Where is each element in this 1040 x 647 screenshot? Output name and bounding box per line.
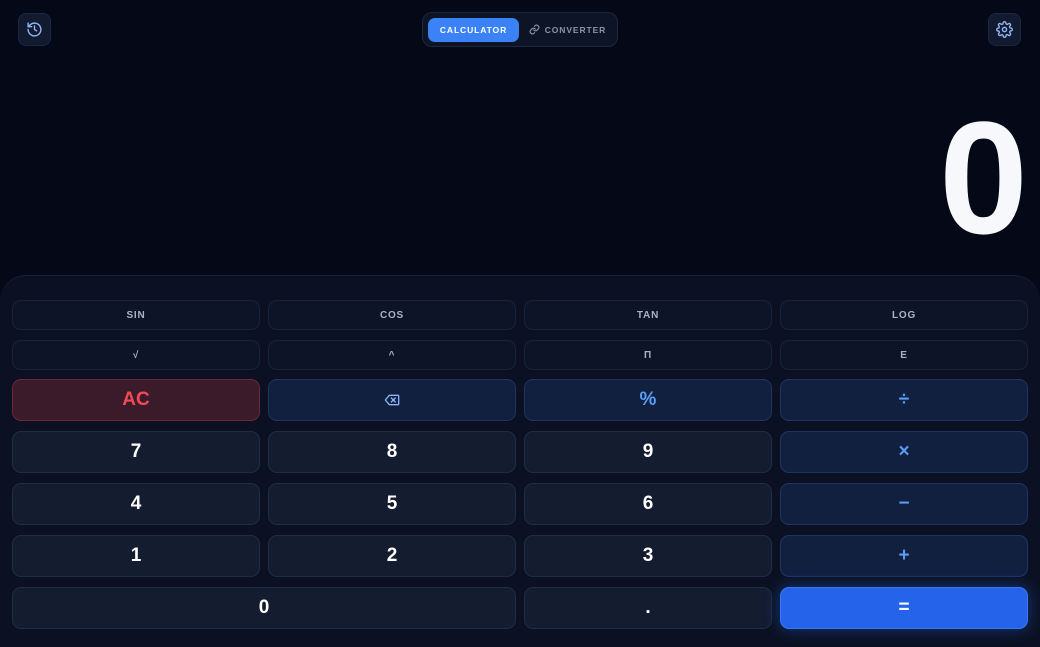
tab-calculator[interactable]: CALCULATOR	[428, 17, 519, 42]
tab-converter[interactable]: CONVERTER	[523, 18, 612, 42]
digit-8-button[interactable]: 8	[268, 431, 516, 473]
digit-7-button[interactable]: 7	[12, 431, 260, 473]
equals-button[interactable]: =	[780, 587, 1028, 629]
history-icon	[26, 21, 43, 38]
decimal-button[interactable]: .	[524, 587, 772, 629]
calculator-app: CALCULATOR CONVERTER 0 SIN COS TAN LOG √…	[0, 0, 1040, 647]
result-display: 0	[939, 88, 1028, 267]
tan-button[interactable]: TAN	[524, 300, 772, 330]
percent-button[interactable]: %	[524, 379, 772, 421]
backspace-icon	[384, 392, 400, 408]
divide-button[interactable]: ÷	[780, 379, 1028, 421]
digit-6-button[interactable]: 6	[524, 483, 772, 525]
tab-calculator-label: CALCULATOR	[439, 24, 508, 35]
digit-2-button[interactable]: 2	[268, 535, 516, 577]
digit-9-button[interactable]: 9	[524, 431, 772, 473]
gear-icon	[996, 21, 1013, 38]
backspace-button[interactable]	[268, 379, 516, 421]
power-button[interactable]: ^	[268, 340, 516, 370]
mode-switch: CALCULATOR CONVERTER	[422, 12, 618, 47]
multiply-button[interactable]: ×	[780, 431, 1028, 473]
history-button[interactable]	[18, 13, 51, 46]
keypad: SIN COS TAN LOG √ ^ Π E AC % ÷ 7 8 9 × 4	[0, 275, 1040, 647]
link-icon	[529, 24, 540, 35]
euler-button[interactable]: E	[780, 340, 1028, 370]
cos-button[interactable]: COS	[268, 300, 516, 330]
sin-button[interactable]: SIN	[12, 300, 260, 330]
tab-converter-label: CONVERTER	[544, 24, 607, 35]
digit-1-button[interactable]: 1	[12, 535, 260, 577]
digit-5-button[interactable]: 5	[268, 483, 516, 525]
pi-button[interactable]: Π	[524, 340, 772, 370]
digit-4-button[interactable]: 4	[12, 483, 260, 525]
digit-3-button[interactable]: 3	[524, 535, 772, 577]
settings-button[interactable]	[988, 13, 1021, 46]
log-button[interactable]: LOG	[780, 300, 1028, 330]
clear-button[interactable]: AC	[12, 379, 260, 421]
sqrt-button[interactable]: √	[12, 340, 260, 370]
digit-0-button[interactable]: 0	[12, 587, 516, 629]
subtract-button[interactable]: −	[780, 483, 1028, 525]
add-button[interactable]: +	[780, 535, 1028, 577]
